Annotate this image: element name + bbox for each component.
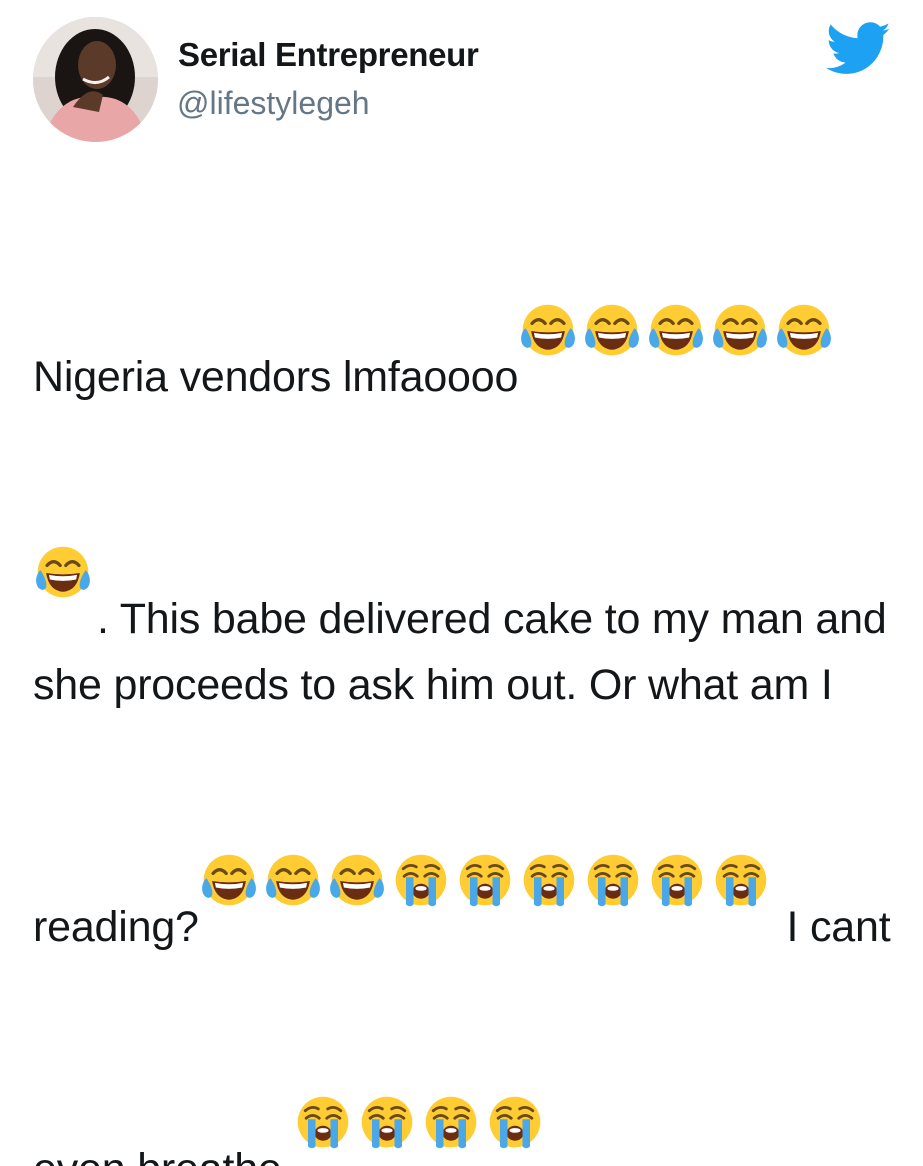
tweet-card: Serial Entrepreneur @lifestylegeh Nigeri… bbox=[0, 0, 923, 1166]
loudly-crying-face-icon bbox=[357, 960, 417, 1149]
twitter-bird-icon bbox=[826, 22, 892, 76]
user-handle[interactable]: @lifestylegeh bbox=[177, 85, 370, 122]
face-with-tears-of-joy-icon bbox=[327, 718, 387, 906]
face-with-tears-of-joy-icon bbox=[774, 168, 834, 356]
loudly-crying-face-icon bbox=[583, 718, 643, 907]
loudly-crying-face-icon bbox=[293, 960, 353, 1149]
loudly-crying-face-icon bbox=[391, 718, 451, 907]
face-with-tears-of-joy-icon bbox=[33, 410, 93, 598]
tweet-text-segment: Nigeria vendors lmfaoooo bbox=[33, 353, 519, 401]
loudly-crying-face-icon bbox=[519, 718, 579, 907]
tweet-body: Nigeria vendors lmfaoooo . This babe del… bbox=[33, 168, 893, 1166]
face-with-tears-of-joy-icon bbox=[199, 718, 259, 906]
face-with-tears-of-joy-icon bbox=[518, 168, 578, 356]
face-with-tears-of-joy-icon bbox=[263, 718, 323, 906]
loudly-crying-face-icon bbox=[421, 960, 481, 1149]
face-with-tears-of-joy-icon bbox=[710, 168, 770, 356]
face-with-tears-of-joy-icon bbox=[582, 168, 642, 356]
face-with-tears-of-joy-icon bbox=[646, 168, 706, 356]
display-name[interactable]: Serial Entrepreneur bbox=[178, 36, 479, 74]
loudly-crying-face-icon bbox=[455, 718, 515, 907]
loudly-crying-face-icon bbox=[647, 718, 707, 907]
avatar[interactable] bbox=[33, 17, 158, 142]
loudly-crying-face-icon bbox=[485, 960, 545, 1149]
loudly-crying-face-icon bbox=[711, 718, 771, 907]
